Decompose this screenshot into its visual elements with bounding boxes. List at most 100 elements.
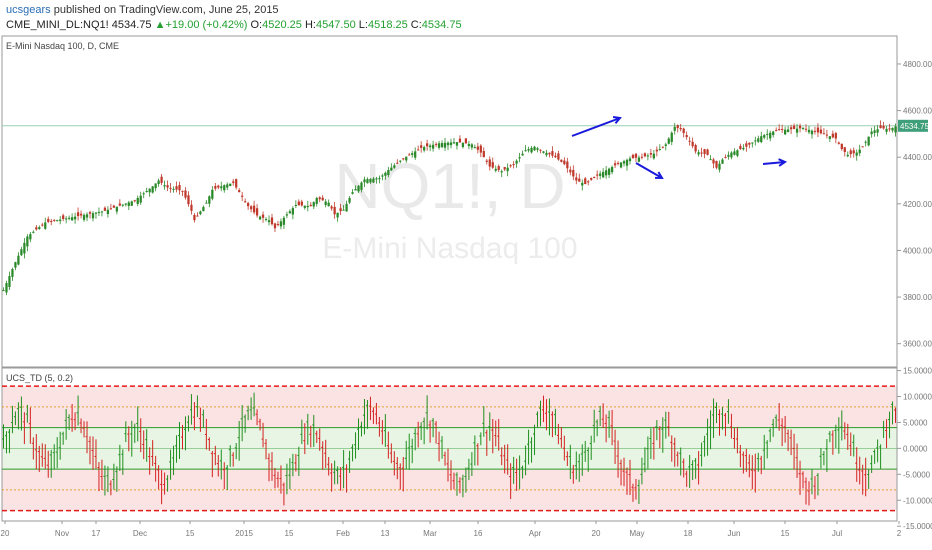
candle-body xyxy=(94,212,98,214)
time-tick-label: 2 xyxy=(897,529,902,538)
candle-body xyxy=(23,242,26,254)
time-tick-label: 15 xyxy=(285,529,294,538)
candle-body xyxy=(840,143,843,150)
candle-body xyxy=(184,190,187,198)
candle-body xyxy=(670,132,673,142)
candle-body xyxy=(775,130,778,132)
candle-body xyxy=(458,138,462,143)
candle-body xyxy=(396,162,399,164)
candle-body xyxy=(223,185,226,191)
candle-body xyxy=(366,179,369,184)
candle-body xyxy=(500,171,503,173)
candle-body xyxy=(8,276,11,288)
candle-body xyxy=(214,186,217,189)
candle-body xyxy=(423,147,426,151)
candle-body xyxy=(772,131,775,136)
candle-body xyxy=(843,147,846,152)
chart-canvas[interactable]: NQ1!, D E-Mini Nasdaq 100 3600.00 3800.00… xyxy=(0,0,932,550)
candle-body xyxy=(187,195,190,205)
candle-body xyxy=(473,147,476,149)
candle-body xyxy=(446,142,450,146)
candle-body xyxy=(285,214,289,216)
candle-body xyxy=(434,143,438,145)
candle-body xyxy=(411,153,414,155)
candle-body xyxy=(112,205,116,208)
oscillator-axis[interactable]: 15.0000 10.0000 5.0000 0.0000 -5.0000 -10.000… xyxy=(897,367,932,532)
candle-body xyxy=(330,206,333,209)
candle-body xyxy=(390,167,393,171)
candle-body xyxy=(100,211,104,213)
candle-body xyxy=(706,149,709,155)
candle-body xyxy=(288,211,292,214)
candle-body xyxy=(157,180,160,184)
candle-body xyxy=(837,142,840,144)
candle-body xyxy=(452,142,456,144)
oscillator-tick-label: -5.0000 xyxy=(903,470,931,479)
candle-body xyxy=(232,181,235,183)
candle-body xyxy=(360,182,363,190)
candle-body xyxy=(491,162,494,168)
candle-body xyxy=(888,128,891,130)
candle-body xyxy=(593,177,596,179)
candle-body xyxy=(715,161,718,168)
time-tick-label: 15 xyxy=(781,529,790,538)
candle-body xyxy=(333,206,336,215)
price-tick-label: 4600.00 xyxy=(903,107,932,116)
candle-body xyxy=(494,168,497,171)
candle-body xyxy=(381,175,384,177)
oscillator-tick-label: 10.0000 xyxy=(903,393,932,402)
time-tick-label: 17 xyxy=(92,529,101,538)
candle-body xyxy=(709,159,712,161)
time-axis[interactable]: 20 Nov 17 Dec 15 2015 15 Feb 13 Mar 16 Apr 20 May 18 Ju… xyxy=(1,521,902,538)
candle-body xyxy=(783,129,787,135)
candle-body xyxy=(88,212,92,214)
candle-body xyxy=(300,201,303,206)
candle-body xyxy=(566,161,569,169)
candle-body xyxy=(745,143,748,147)
candle-body xyxy=(226,184,229,188)
candle-body xyxy=(17,255,20,265)
candle-body xyxy=(121,204,124,206)
candle-body xyxy=(858,149,861,154)
candle-body xyxy=(712,159,715,164)
candle-body xyxy=(804,128,808,130)
candle-body xyxy=(760,136,763,143)
time-tick-label: 20 xyxy=(592,529,601,538)
candle-body xyxy=(679,128,682,130)
time-tick-label: May xyxy=(629,529,644,538)
candle-body xyxy=(607,168,611,175)
candle-body xyxy=(76,212,80,217)
candle-body xyxy=(166,185,169,188)
candle-body xyxy=(748,142,751,145)
arrow-lower-fall[interactable] xyxy=(635,162,664,180)
candle-body xyxy=(53,219,56,221)
candle-body xyxy=(56,220,59,222)
arrow-upper-rise[interactable] xyxy=(571,116,622,137)
candle-body xyxy=(5,283,8,293)
candle-body xyxy=(852,150,855,154)
price-axis[interactable]: 3600.00 3800.00 4000.00 4200.00 4400.00 4600.… xyxy=(897,60,932,349)
candle-body xyxy=(619,162,623,168)
candle-body xyxy=(270,217,274,225)
candle-body xyxy=(348,198,351,203)
candle-body xyxy=(32,231,35,233)
candle-body xyxy=(67,217,71,219)
candle-body xyxy=(109,208,113,210)
candle-body xyxy=(437,143,441,148)
candle-body xyxy=(879,125,882,129)
candle-body xyxy=(47,218,50,222)
candle-body xyxy=(375,178,378,180)
arrow-right-flat[interactable] xyxy=(762,158,788,167)
candle-body xyxy=(730,152,733,158)
candle-body xyxy=(151,186,154,193)
candle-body xyxy=(384,172,387,176)
candle-body xyxy=(79,213,83,216)
candle-body xyxy=(205,202,208,204)
candle-body xyxy=(640,156,644,158)
candle-body xyxy=(828,136,832,140)
candle-body xyxy=(267,220,271,223)
candle-body xyxy=(148,188,151,193)
candle-body xyxy=(315,198,318,204)
candle-body xyxy=(103,207,107,211)
candle-body xyxy=(246,202,250,207)
